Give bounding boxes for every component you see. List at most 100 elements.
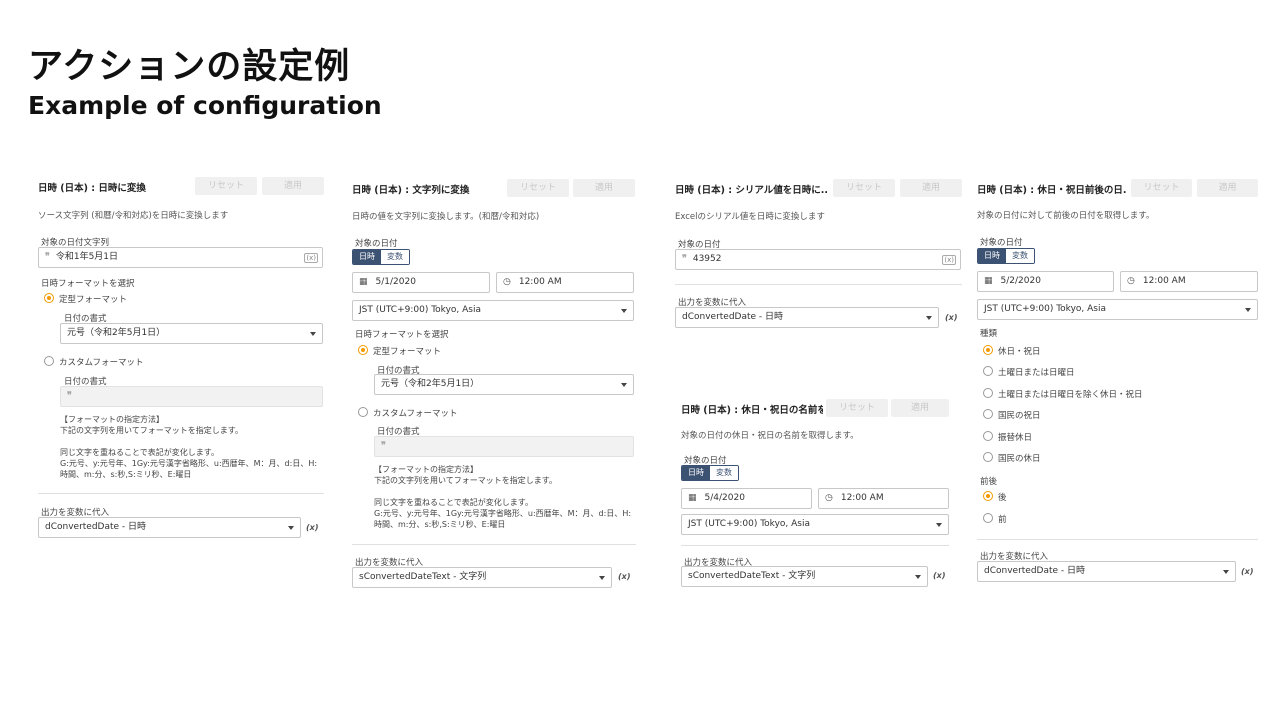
output-variable-select[interactable]: dConvertedDate - 日時 (675, 307, 939, 328)
variable-fx-icon[interactable]: (x) (618, 572, 630, 581)
quote-icon: ❞ (45, 252, 50, 262)
apply-button[interactable]: 適用 (573, 179, 635, 197)
quote-icon: ❞ (67, 391, 72, 401)
output-variable-value: dConvertedDate - 日時 (45, 522, 147, 532)
date-format-select[interactable]: 元号（令和2年5月1日） (60, 323, 323, 344)
date-input[interactable]: ▦ 5/2/2020 (977, 271, 1114, 292)
direction-radio-after[interactable] (983, 491, 993, 501)
format-help-text: 【フォーマットの指定方法】 下記の文字列を用いてフォーマットを指定します。 同じ… (374, 465, 632, 529)
date-format-value: 元号（令和2年5月1日） (67, 328, 166, 338)
time-input[interactable]: ◷ 12:00 AM (496, 272, 634, 293)
date-var-toggle[interactable]: 日時 変数 (681, 465, 739, 481)
output-variable-select[interactable]: dConvertedDate - 日時 (977, 561, 1236, 582)
variable-icon[interactable]: (x) (942, 255, 956, 265)
type-option-label: 土曜日または日曜日を除く休日・祝日 (998, 390, 1143, 400)
apply-button[interactable]: 適用 (900, 179, 962, 197)
chevron-down-icon (926, 316, 932, 320)
variable-fx-icon[interactable]: (x) (306, 523, 318, 532)
panel-holiday-offset: 日時 (日本) : 休日・祝日前後の日... リセット 適用 対象の日付に対して… (977, 179, 1258, 584)
std-format-label: 定型フォーマット (59, 295, 128, 305)
timezone-select[interactable]: JST (UTC+9:00) Tokyo, Asia (352, 300, 634, 321)
direction-label: 前後 (980, 477, 998, 487)
date-value: 5/2/2020 (1000, 276, 1041, 286)
reset-button[interactable]: リセット (507, 179, 569, 197)
type-option-label: 土曜日または日曜日 (998, 368, 1075, 378)
divider (352, 544, 636, 545)
timezone-select[interactable]: JST (UTC+9:00) Tokyo, Asia (681, 514, 949, 535)
apply-button[interactable]: 適用 (891, 399, 949, 417)
date-input[interactable]: ▦ 5/4/2020 (681, 488, 812, 509)
apply-button[interactable]: 適用 (1197, 179, 1258, 197)
custom-format-input[interactable]: ❞ (60, 386, 323, 407)
tab-date[interactable]: 日時 (353, 250, 381, 264)
reset-button[interactable]: リセット (826, 399, 888, 417)
panel-serial-to-datetime: 日時 (日本) : シリアル値を日時に... リセット 適用 Excelのシリア… (675, 179, 962, 334)
target-date-label: 対象の日付 (355, 239, 398, 249)
std-format-radio[interactable] (358, 345, 368, 355)
date-var-toggle[interactable]: 日時 変数 (977, 248, 1035, 264)
panel-title: 日時 (日本) : 文字列に変換 (352, 185, 470, 196)
type-radio-holiday[interactable] (983, 345, 993, 355)
output-variable-value: dConvertedDate - 日時 (682, 312, 784, 322)
variable-fx-icon[interactable]: (x) (933, 571, 945, 580)
panel-title: 日時 (日本) : 休日・祝日の名前を... (681, 405, 823, 416)
time-value: 12:00 AM (840, 493, 884, 503)
time-input[interactable]: ◷ 12:00 AM (818, 488, 949, 509)
tab-variable[interactable]: 変数 (710, 466, 738, 480)
chevron-down-icon (1245, 308, 1251, 312)
output-variable-select[interactable]: sConvertedDateText - 文字列 (681, 566, 928, 587)
output-variable-value: sConvertedDateText - 文字列 (688, 571, 816, 581)
tab-date[interactable]: 日時 (978, 249, 1006, 263)
quote-icon: ❞ (381, 441, 386, 451)
source-string-input[interactable]: ❞ 令和1年5月1日 (x) (38, 247, 323, 268)
serial-value-input[interactable]: ❞ 43952 (x) (675, 249, 961, 270)
output-variable-select[interactable]: sConvertedDateText - 文字列 (352, 567, 612, 588)
type-radio-holiday-excluding-weekend[interactable] (983, 388, 993, 398)
direction-radio-before[interactable] (983, 513, 993, 523)
date-value: 5/1/2020 (375, 277, 416, 287)
tab-date[interactable]: 日時 (682, 466, 710, 480)
type-radio-weekend[interactable] (983, 366, 993, 376)
custom-format-input[interactable]: ❞ (374, 436, 634, 457)
variable-icon[interactable]: (x) (304, 253, 318, 263)
output-variable-value: dConvertedDate - 日時 (984, 566, 1086, 576)
variable-fx-icon[interactable]: (x) (945, 313, 957, 322)
type-radio-national-holiday[interactable] (983, 409, 993, 419)
type-option-label: 振替休日 (998, 433, 1033, 443)
divider (675, 284, 962, 285)
calendar-icon: ▦ (984, 276, 993, 286)
type-radio-citizens-holiday[interactable] (983, 452, 993, 462)
reset-button[interactable]: リセット (833, 179, 895, 197)
tab-variable[interactable]: 変数 (381, 250, 409, 264)
date-var-toggle[interactable]: 日時 変数 (352, 249, 410, 265)
type-label: 種類 (980, 329, 998, 339)
timezone-select[interactable]: JST (UTC+9:00) Tokyo, Asia (977, 299, 1258, 320)
time-input[interactable]: ◷ 12:00 AM (1120, 271, 1258, 292)
type-radio-substitute-holiday[interactable] (983, 431, 993, 441)
date-format-select[interactable]: 元号（令和2年5月1日） (374, 374, 634, 395)
tab-variable[interactable]: 変数 (1006, 249, 1034, 263)
variable-fx-icon[interactable]: (x) (1241, 567, 1253, 576)
panel-description: Excelのシリアル値を日時に変換します (675, 212, 825, 222)
custom-format-radio[interactable] (358, 407, 368, 417)
panel-holiday-name: 日時 (日本) : 休日・祝日の名前を... リセット 適用 対象の日付の休日・… (681, 399, 949, 589)
output-variable-select[interactable]: dConvertedDate - 日時 (38, 517, 301, 538)
custom-format-radio[interactable] (44, 356, 54, 366)
panel-description: 対象の日付の休日・祝日の名前を取得します。 (681, 431, 859, 441)
reset-button[interactable]: リセット (1131, 179, 1192, 197)
date-value: 5/4/2020 (704, 493, 745, 503)
std-format-radio[interactable] (44, 293, 54, 303)
type-option-label: 国民の祝日 (998, 411, 1041, 421)
date-input[interactable]: ▦ 5/1/2020 (352, 272, 490, 293)
chevron-down-icon (621, 383, 627, 387)
apply-button[interactable]: 適用 (262, 177, 324, 195)
format-select-label: 日時フォーマットを選択 (41, 279, 135, 289)
direction-option-label: 後 (998, 493, 1007, 503)
panel-description: ソース文字列 (和暦/令和対応)を日時に変換します (38, 211, 229, 221)
reset-button[interactable]: リセット (195, 177, 257, 195)
clock-icon: ◷ (1127, 276, 1135, 286)
chevron-down-icon (936, 523, 942, 527)
custom-format-label: カスタムフォーマット (373, 409, 458, 419)
panel-title: 日時 (日本) : 日時に変換 (38, 183, 146, 194)
quote-icon: ❞ (682, 254, 687, 264)
